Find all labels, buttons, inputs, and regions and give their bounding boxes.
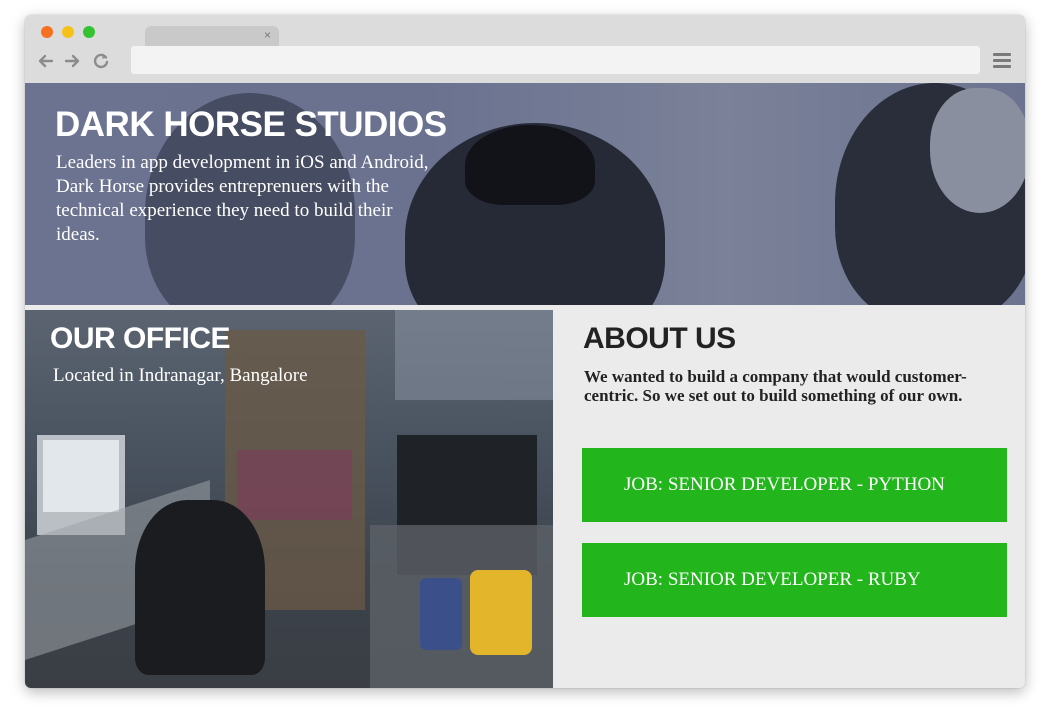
about-section: ABOUT US We wanted to build a company th…	[553, 310, 1025, 688]
hero-description: Leaders in app development in iOS and An…	[56, 152, 429, 245]
browser-window: × DARK HORSE STUDIOS Leaders in app deve…	[25, 15, 1025, 688]
office-photo-snacks	[470, 570, 532, 655]
maximize-window-button[interactable]	[83, 26, 95, 38]
browser-tab[interactable]: ×	[145, 26, 279, 46]
office-section: OUR OFFICE Located in Indranagar, Bangal…	[25, 310, 553, 688]
reload-icon[interactable]	[91, 51, 111, 71]
office-photo-shelf	[237, 450, 352, 520]
hero-title: DARK HORSE STUDIOS	[55, 105, 447, 144]
office-title: OUR OFFICE	[50, 322, 231, 355]
minimize-window-button[interactable]	[62, 26, 74, 38]
browser-chrome: ×	[25, 15, 1025, 83]
job-ruby-button[interactable]: JOB: SENIOR DEVELOPER - RUBY	[582, 543, 1007, 617]
tab-close-icon[interactable]: ×	[264, 27, 271, 43]
close-window-button[interactable]	[41, 26, 53, 38]
office-photo-window	[395, 310, 553, 400]
job-python-button[interactable]: JOB: SENIOR DEVELOPER - PYTHON	[582, 448, 1007, 522]
about-title: ABOUT US	[583, 322, 736, 355]
address-bar[interactable]	[131, 46, 980, 74]
office-photo-monitor	[43, 440, 119, 512]
hero-banner: DARK HORSE STUDIOS Leaders in app develo…	[25, 83, 1025, 305]
hero-photo-person	[930, 88, 1025, 213]
office-location: Located in Indranagar, Bangalore	[53, 365, 308, 386]
office-photo-chair	[135, 500, 265, 675]
left-arrow-icon[interactable]	[36, 51, 56, 71]
hamburger-menu-icon[interactable]	[993, 53, 1011, 69]
hero-photo-person	[465, 125, 595, 205]
office-photo-snacks	[420, 578, 462, 650]
about-description: We wanted to build a company that would …	[584, 367, 967, 405]
right-arrow-icon[interactable]	[62, 51, 82, 71]
